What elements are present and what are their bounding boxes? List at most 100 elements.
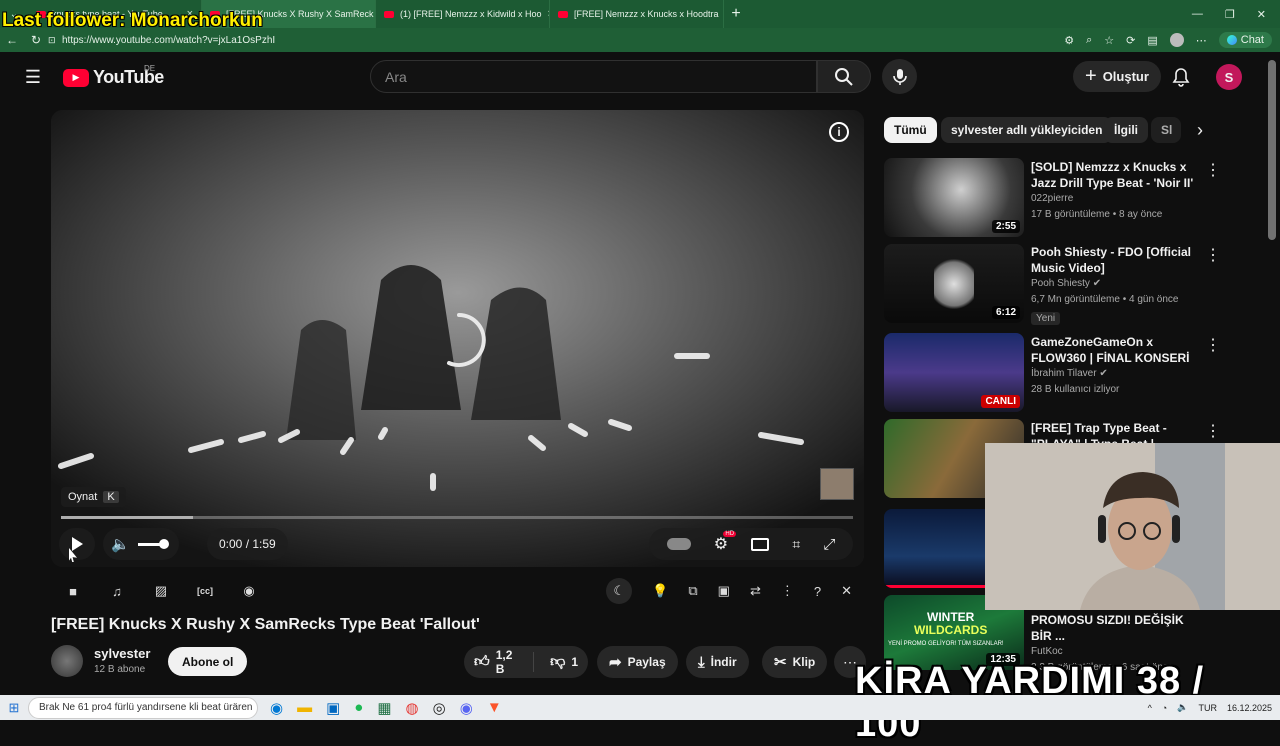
cast-icon[interactable]: ⌗ [792,536,800,553]
autoplay-toggle[interactable] [666,538,691,550]
discord-icon[interactable]: ◉ [460,699,473,717]
clip-button[interactable]: ✂ Klip [762,646,828,678]
loop-icon[interactable]: ⇄ [750,583,761,599]
volume-slider[interactable] [137,538,169,549]
buffered-bar [61,516,193,519]
recommendation-item[interactable]: [SOLD] Nemzzz x Knucks x Jazz Drill Type… [1031,159,1201,223]
notifications-button[interactable] [1168,64,1194,90]
avatar[interactable]: S [1216,64,1242,90]
language-indicator[interactable]: TUR [1198,703,1217,713]
recommendation-thumbnail[interactable]: 2:55 [884,158,1024,237]
more-vertical-icon[interactable]: ⋮ [1205,335,1221,355]
menu-dots-icon[interactable]: ⋯ [1196,34,1207,47]
youtube-play-logo-icon: ▶ [63,68,89,87]
chip-related[interactable]: İlgili [1104,117,1148,143]
close-toolbar-icon[interactable]: ✕ [841,583,852,599]
settings-gear-icon[interactable]: ⚙ HD [714,531,737,554]
video-player[interactable]: i Oynat K 🔈 0:00 / 1:59 ⚙ HD ⌗ ⤢ [51,110,864,567]
edge-browser-icon[interactable]: ◉ [270,699,283,717]
collections-icon[interactable]: ▤ [1147,34,1157,47]
progress-bar[interactable] [61,516,853,519]
clip-label: Klip [792,655,816,669]
create-button[interactable]: + Oluştur [1073,61,1161,92]
fullscreen-icon[interactable]: ⤢ [823,536,835,553]
wifi-icon[interactable]: ◔ [1162,703,1167,713]
dislike-button[interactable]: 👎︎ 1 [540,653,588,671]
stack-icon[interactable]: ▣ [718,583,730,599]
chrome-icon[interactable]: ◍ [406,699,419,717]
play-button[interactable] [59,528,95,560]
brave-icon[interactable]: ▼ [487,699,502,716]
volume-control[interactable]: 🔈 [103,528,179,560]
volume-icon[interactable]: 🔈 [111,535,130,553]
obs-icon[interactable]: ◎ [433,699,446,717]
new-tab-icon[interactable]: + [724,0,748,28]
channel-avatar[interactable] [51,645,83,677]
chip-from-uploader[interactable]: sylvester adlı yükleyiciden [941,117,1113,143]
miniplayer-icon[interactable] [751,537,770,551]
like-count: 1,2 B [495,648,513,676]
video-camera-icon[interactable]: ■ [51,584,95,599]
spotify-icon[interactable]: ● [354,699,363,716]
hamburger-menu-icon[interactable]: ☰ [22,66,44,88]
refresh-extension-icon[interactable]: ⟳ [1126,34,1135,47]
recommendation-thumbnail[interactable]: 6:12 [884,244,1024,323]
channel-name[interactable]: sylvester [94,646,150,661]
more-vertical-icon[interactable]: ⋮ [1205,421,1221,441]
chip-truncated[interactable]: Sl [1151,117,1181,143]
like-dislike-group: 👍︎ 1,2 B 👎︎ 1 [464,646,588,678]
screenshot-camera-icon[interactable]: ◉ [227,583,271,599]
voice-search-button[interactable] [882,59,917,94]
browser-tab-3[interactable]: (1) [FREE] Nemzzz x Kidwild x Hoo× [376,0,550,28]
info-icon[interactable]: i [829,122,849,142]
tray-chevron-icon[interactable]: ^ [1148,703,1152,713]
search-input[interactable]: Ara [370,60,817,93]
lightbulb-icon[interactable]: 💡 [652,583,668,599]
more-vertical-icon[interactable]: ⋮ [1205,160,1221,180]
recommendation-thumbnail[interactable]: CANLI [884,333,1024,412]
extension-icon[interactable]: ⚙ [1064,34,1074,47]
like-button[interactable]: 👍︎ 1,2 B [464,648,535,676]
share-button[interactable]: ➦ Paylaş [597,646,678,678]
favorite-icon[interactable]: ☆ [1104,34,1114,47]
chip-all[interactable]: Tümü [884,117,937,143]
chat-button[interactable]: Chat [1218,32,1272,48]
more-vertical-icon[interactable]: ⋮ [781,583,794,599]
captions-icon[interactable]: [cc] [183,586,227,596]
download-button[interactable]: ⤓ İndir [686,646,749,678]
region-code: DE [144,64,156,73]
volume-tray-icon[interactable]: 🔈 [1177,702,1188,713]
picture-in-picture-icon[interactable]: ⧉ [688,583,697,599]
video-title: [FREE] Knucks X Rushy X SamRecks Type Be… [51,616,480,633]
image-icon[interactable]: ▨ [139,583,183,599]
minimize-icon[interactable]: — [1192,8,1203,21]
site-info-icon[interactable]: ⊡ [48,35,62,46]
reload-icon[interactable]: ↻ [24,33,48,47]
taskbar-date[interactable]: 16.12.2025 [1227,703,1272,713]
recommendation-item[interactable]: Pooh Shiesty - FDO [Official Music Video… [1031,244,1201,326]
subscribe-button[interactable]: Abone ol [168,647,248,676]
tooltip-key: K [103,491,119,503]
file-explorer-icon[interactable]: ▬ [297,699,312,716]
url-field[interactable]: https://www.youtube.com/watch?v=jxLa1OsP… [62,35,1064,46]
close-window-icon[interactable]: ✕ [1257,8,1266,21]
plus-icon: + [1085,65,1097,87]
store-icon[interactable]: ▣ [326,699,340,717]
music-note-icon[interactable]: ♫ [95,584,139,599]
scrollbar-thumb[interactable] [1268,60,1276,240]
maximize-icon[interactable]: ❐ [1225,8,1235,21]
more-vertical-icon[interactable]: ⋮ [1205,245,1221,265]
taskbar-search-input[interactable]: Brak Ne 61 pro4 fürlü yandırsene kli bea… [28,696,258,719]
help-icon[interactable]: ? [814,584,821,599]
dark-mode-moon-icon[interactable]: ☾ [606,578,633,604]
search-button[interactable] [817,60,871,93]
excel-icon[interactable]: ▦ [377,699,391,717]
back-icon[interactable]: ← [0,33,24,47]
browser-tab-4[interactable]: [FREE] Nemzzz x Knucks x Hoodtra× [550,0,724,28]
microphone-icon [892,68,907,85]
profile-icon[interactable] [1169,33,1184,47]
chevron-right-icon[interactable]: › [1188,118,1212,142]
recommendation-item[interactable]: GameZoneGameOn x FLOW360 | FİNAL KONSERİ… [1031,334,1201,398]
windows-start-icon[interactable]: ⊞ [0,700,28,716]
zoom-icon[interactable]: ⌕ [1086,34,1092,47]
